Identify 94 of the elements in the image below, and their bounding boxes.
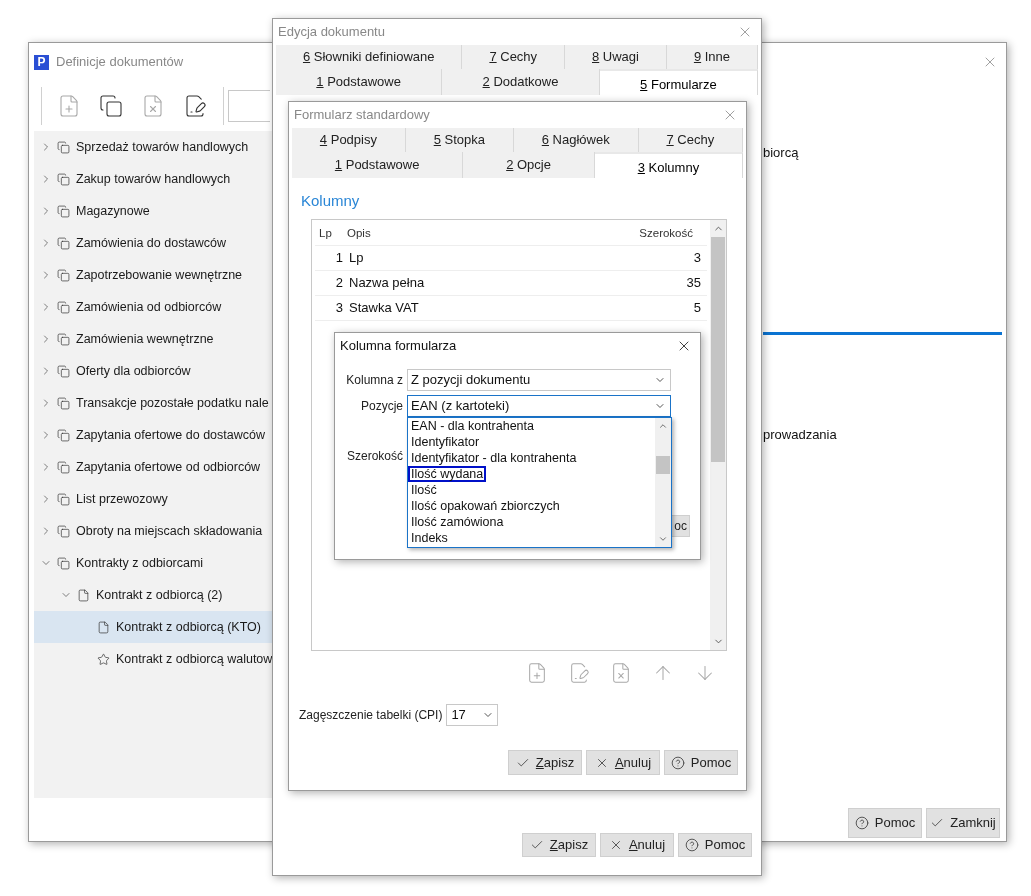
table-cell-text: 5 <box>693 298 702 317</box>
help-button[interactable]: Pomoc <box>664 750 738 775</box>
save-button[interactable]: Zapisz <box>508 750 582 775</box>
tree-item[interactable]: Oferty dla odbiorców <box>34 355 273 387</box>
tree-item[interactable]: Zakup towarów handlowych <box>34 163 273 195</box>
scroll-thumb[interactable] <box>656 456 670 474</box>
check-icon <box>930 816 945 830</box>
tree-item[interactable]: Kontrakt z odbiorcą (2) <box>34 579 273 611</box>
tree-item[interactable]: Zapytania ofertowe od odbiorców <box>34 451 273 483</box>
select-field[interactable]: EAN (z kartoteki) <box>407 395 671 417</box>
documents-icon <box>57 236 70 250</box>
detail-text: prowadzania <box>763 425 838 444</box>
tree-item[interactable]: Obroty na miejscach składowania <box>34 515 273 547</box>
dropdown-option[interactable]: EAN - dla kontrahenta <box>408 418 537 434</box>
table-cell-text: Stawka VAT <box>348 298 420 317</box>
documents-icon <box>57 364 70 378</box>
close-button[interactable]: Zamknij <box>926 808 1000 838</box>
documents-icon <box>57 524 70 538</box>
table-cell-text: 2 <box>334 273 343 292</box>
dropdown-option[interactable]: Identyfikator - dla kontrahenta <box>408 450 580 466</box>
document-icon <box>97 620 110 634</box>
help-button[interactable]: Pomoc <box>848 808 922 838</box>
column-header: Szerokość <box>639 226 694 242</box>
documents-icon <box>57 396 70 410</box>
star-icon <box>97 652 110 666</box>
help-button[interactable]: Pomoc <box>678 833 752 857</box>
tree-item[interactable]: Zapotrzebowanie wewnętrzne <box>34 259 273 291</box>
dropdown-option[interactable]: Ilość opakowań zbiorczych <box>408 498 563 514</box>
tree-item[interactable]: Kontrakt z odbiorcą walutow <box>34 643 273 675</box>
search-field[interactable] <box>228 90 270 122</box>
field-label: Szerokość <box>345 448 403 465</box>
help-icon <box>684 838 699 852</box>
table-cell-text: Nazwa pełna <box>348 273 426 292</box>
scrollbar[interactable] <box>655 418 671 547</box>
density-select[interactable]: 17 <box>446 703 499 726</box>
scrollbar[interactable] <box>710 219 726 650</box>
detail-text: biorcą <box>763 144 800 162</box>
tree-item[interactable]: Magazynowe <box>34 195 273 227</box>
copy-document-icon[interactable] <box>99 94 123 118</box>
tab[interactable]: 5 Formularze <box>599 69 758 95</box>
window-title: Edycja dokumentu <box>278 23 385 42</box>
save-button[interactable]: Zapisz <box>522 833 596 857</box>
dropdown-option[interactable]: Ilość wydana <box>408 466 487 482</box>
tree-item[interactable]: Kontrakty z odbiorcami <box>34 547 273 579</box>
select-field[interactable]: Z pozycji dokumentu <box>407 369 671 391</box>
documents-icon <box>57 300 70 314</box>
table-cell-text: 3 <box>693 248 702 267</box>
table-cell-text: 1 <box>334 248 343 267</box>
table-cell-text: 35 <box>686 273 702 292</box>
table-cell-text: Lp <box>348 248 365 267</box>
tree-item[interactable]: List przewozowy <box>34 483 273 515</box>
dropdown-option[interactable]: Indeks <box>408 530 451 546</box>
documents-icon <box>57 140 70 154</box>
cancel-button[interactable]: Anuluj <box>586 750 660 775</box>
document-icon <box>77 588 90 602</box>
help-icon <box>854 816 869 830</box>
section-title: Kolumny <box>301 191 360 211</box>
window-title: Formularz standardowy <box>294 106 430 125</box>
tab[interactable]: 3 Kolumny <box>594 152 743 178</box>
documents-icon <box>57 492 70 506</box>
field-label: Pozycje <box>359 398 403 415</box>
documents-icon <box>57 460 70 474</box>
chevron-down-icon[interactable] <box>658 534 668 544</box>
documents-icon <box>57 332 70 346</box>
tree-item[interactable]: Zapytania ofertowe do dostawców <box>34 419 273 451</box>
documents-icon <box>57 204 70 218</box>
dropdown-option[interactable]: Identyfikator <box>408 434 483 450</box>
documents-icon <box>57 268 70 282</box>
column-header: Opis <box>346 226 372 242</box>
cancel-button[interactable]: Anuluj <box>600 833 674 857</box>
dropdown-option[interactable]: Ilość <box>408 482 440 498</box>
scroll-thumb[interactable] <box>711 236 725 462</box>
chevron-up-icon[interactable] <box>658 421 668 431</box>
window-title: Kolumna formularza <box>340 337 457 356</box>
tree-item[interactable]: Zamówienia od odbiorców <box>34 291 273 323</box>
tree-item[interactable]: Zamówienia wewnętrzne <box>34 323 273 355</box>
field-label: Zagęszczenie tabelki (CPI) <box>299 706 443 724</box>
help-button[interactable]: oc <box>670 515 690 537</box>
tree-item[interactable]: Sprzedaż towarów handlowych <box>34 131 273 163</box>
window-title: Definicje dokumentów <box>56 53 184 72</box>
column-header: Lp <box>318 226 333 242</box>
tree-item[interactable]: Kontrakt z odbiorcą (KTO) <box>34 611 273 643</box>
edit-document-icon[interactable] <box>183 94 207 118</box>
tree-item[interactable]: Zamówienia do dostawców <box>34 227 273 259</box>
field-label: Kolumna z <box>345 372 403 389</box>
app-logo: P <box>34 54 49 70</box>
check-icon <box>529 838 544 852</box>
table-cell-text: 3 <box>334 298 343 317</box>
dropdown-option[interactable]: Ilość zamówiona <box>408 514 507 530</box>
help-icon <box>670 755 685 770</box>
documents-icon <box>57 172 70 186</box>
tree-item[interactable]: Transakcje pozostałe podatku nale <box>34 387 273 419</box>
documents-icon <box>57 556 70 570</box>
documents-icon <box>57 428 70 442</box>
